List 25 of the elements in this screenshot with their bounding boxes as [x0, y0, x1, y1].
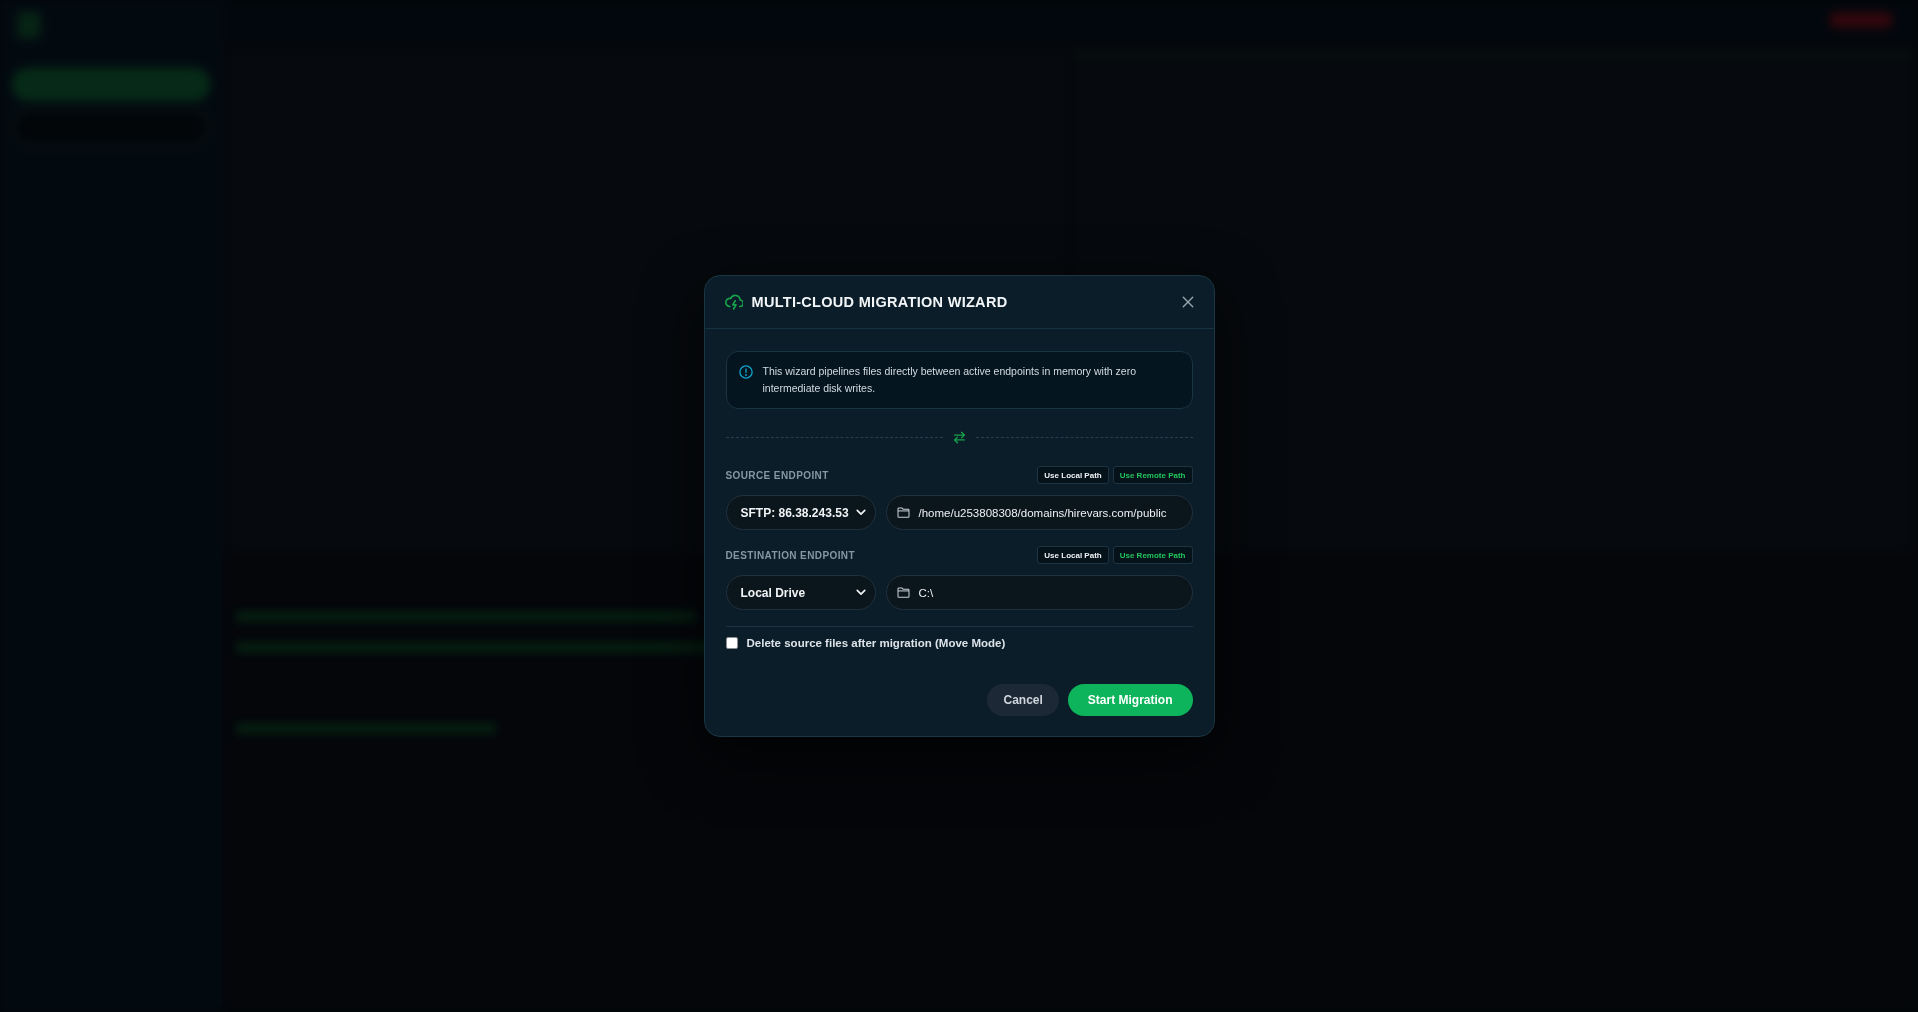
close-button[interactable] [1181, 296, 1194, 308]
endpoint-dropdown[interactable]: Local Drive [725, 575, 876, 610]
swap-arrows-icon [952, 430, 966, 444]
info-icon [738, 365, 753, 379]
chevron-icon [855, 509, 866, 516]
chevron-icon [855, 589, 866, 596]
dialog-title: MULTI-CLOUD MIGRATION WIZARD [751, 294, 1009, 310]
section-label: DESTINATION ENDPOINT [725, 549, 856, 561]
section-label: SOURCE ENDPOINT [725, 469, 830, 481]
path-field[interactable]: /home/u253808308/domains/hirevars.com/public [885, 495, 1193, 530]
checkbox-label: Delete source files after migration (Move Mode) [746, 637, 1006, 649]
path-option-button[interactable]: Use Local Path [1037, 546, 1109, 564]
move-mode-checkbox[interactable] [725, 637, 738, 649]
path-option-button[interactable]: Use Remote Path [1112, 546, 1193, 564]
folder-icon [896, 507, 910, 518]
close-icon [1181, 296, 1194, 308]
path-field[interactable]: C:\ [885, 575, 1193, 610]
info-text: This wizard pipelines files directly between active endpoints in memory with zero intermediate disk writes. [762, 364, 1137, 396]
path-option-button[interactable]: Use Local Path [1037, 466, 1109, 484]
cloud-lightning-icon [724, 294, 743, 310]
cancel-button[interactable]: Cancel [987, 684, 1059, 716]
folder-icon [896, 587, 910, 598]
path-option-button[interactable]: Use Remote Path [1112, 466, 1193, 484]
blurred-badge [1830, 12, 1892, 28]
endpoint-dropdown[interactable]: SFTP: 86.38.243.53 [725, 495, 876, 530]
